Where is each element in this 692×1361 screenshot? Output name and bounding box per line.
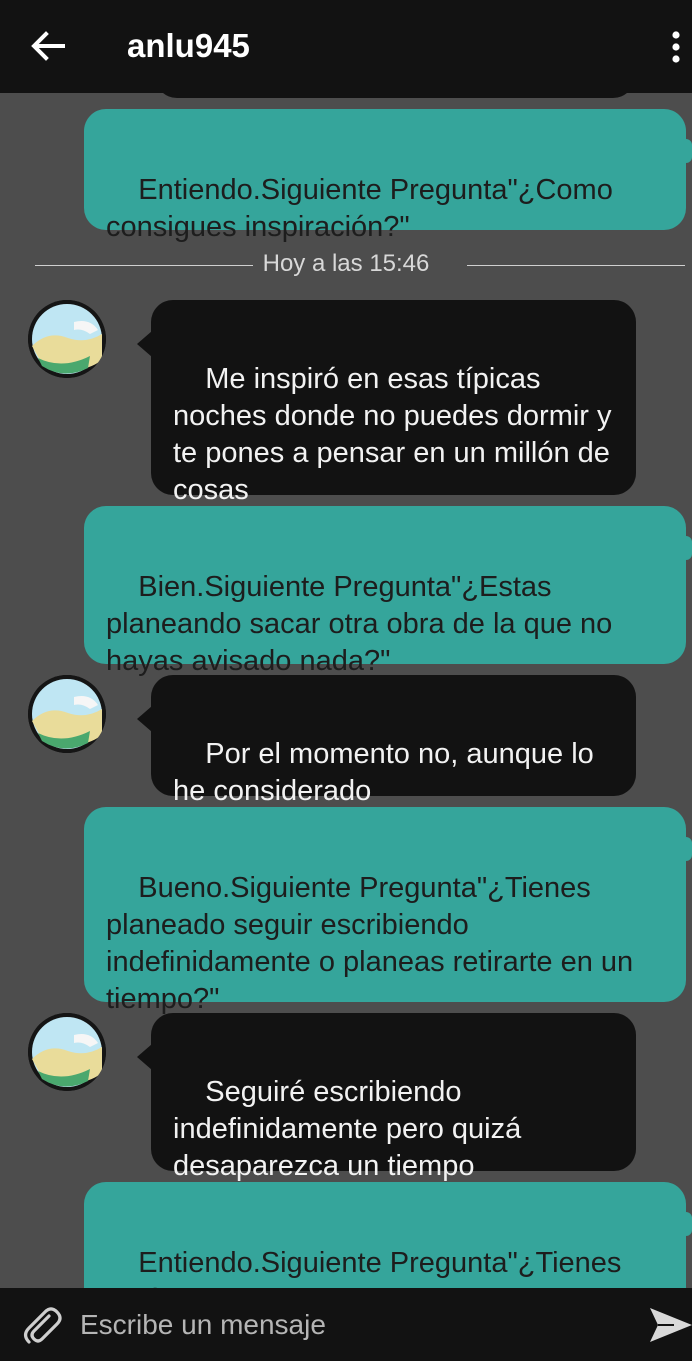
message-bubble-incoming[interactable]: Seguiré escribiendo indefinidamente pero… bbox=[151, 1013, 636, 1182]
paperclip-icon bbox=[23, 1307, 62, 1344]
message-bubble-outgoing[interactable]: Bueno.Siguiente Pregunta"¿Tienes planead… bbox=[84, 807, 686, 1015]
send-icon bbox=[650, 1308, 692, 1342]
bubble-tail bbox=[137, 331, 152, 357]
avatar-image bbox=[28, 675, 106, 753]
message-bubble-incoming[interactable]: Me inspiró en esas típicas noches donde … bbox=[151, 300, 636, 506]
message-text: Entiendo.Siguiente Pregunta"¿Tienes algú… bbox=[106, 1247, 622, 1288]
message-text: Bien.Siguiente Pregunta"¿Estas planeando… bbox=[106, 571, 621, 677]
send-button[interactable] bbox=[646, 1302, 692, 1348]
back-button[interactable] bbox=[22, 22, 74, 70]
message-bubble-outgoing[interactable]: Entiendo.Siguiente Pregunta"¿Como consig… bbox=[84, 109, 686, 243]
bubble-tail bbox=[686, 536, 692, 560]
message-list[interactable]: Entiendo.Siguiente Pregunta"¿Como consig… bbox=[0, 93, 692, 1288]
message-text: Por el momento no, aunque lo he consider… bbox=[173, 738, 602, 807]
message-text: Me inspiró en esas típicas noches donde … bbox=[173, 363, 620, 506]
more-options-button[interactable] bbox=[660, 24, 692, 70]
message-bubble-outgoing[interactable]: Bien.Siguiente Pregunta"¿Estas planeando… bbox=[84, 506, 686, 677]
message-text: Entiendo.Siguiente Pregunta"¿Como consig… bbox=[106, 174, 621, 243]
page-title[interactable]: anlu945 bbox=[127, 24, 250, 68]
time-separator-label: Hoy a las 15:46 bbox=[252, 250, 440, 277]
message-input[interactable] bbox=[78, 1304, 622, 1346]
bubble-tail bbox=[686, 1212, 692, 1236]
message-text: Bueno.Siguiente Pregunta"¿Tienes planead… bbox=[106, 872, 642, 1015]
bubble-tail bbox=[137, 1044, 152, 1070]
message-bubble-outgoing[interactable]: Entiendo.Siguiente Pregunta"¿Tienes algú… bbox=[84, 1182, 686, 1288]
bubble-tail bbox=[137, 706, 152, 732]
message-composer bbox=[0, 1288, 692, 1361]
avatar-image bbox=[28, 1013, 106, 1091]
attach-button[interactable] bbox=[16, 1300, 66, 1350]
more-vertical-icon bbox=[672, 31, 680, 63]
avatar-image bbox=[28, 300, 106, 378]
bubble-tail bbox=[686, 139, 692, 163]
time-separator: Hoy a las 15:46 bbox=[0, 249, 692, 279]
top-bar: anlu945 bbox=[0, 0, 692, 93]
avatar[interactable] bbox=[28, 675, 106, 753]
message-bubble-incoming[interactable]: Por el momento no, aunque lo he consider… bbox=[151, 675, 636, 807]
avatar[interactable] bbox=[28, 1013, 106, 1091]
avatar[interactable] bbox=[28, 300, 106, 378]
arrow-left-icon bbox=[31, 31, 65, 61]
bubble-tail bbox=[686, 837, 692, 861]
message-text: Seguiré escribiendo indefinidamente pero… bbox=[173, 1076, 530, 1182]
message-bubble-partial bbox=[155, 93, 635, 98]
